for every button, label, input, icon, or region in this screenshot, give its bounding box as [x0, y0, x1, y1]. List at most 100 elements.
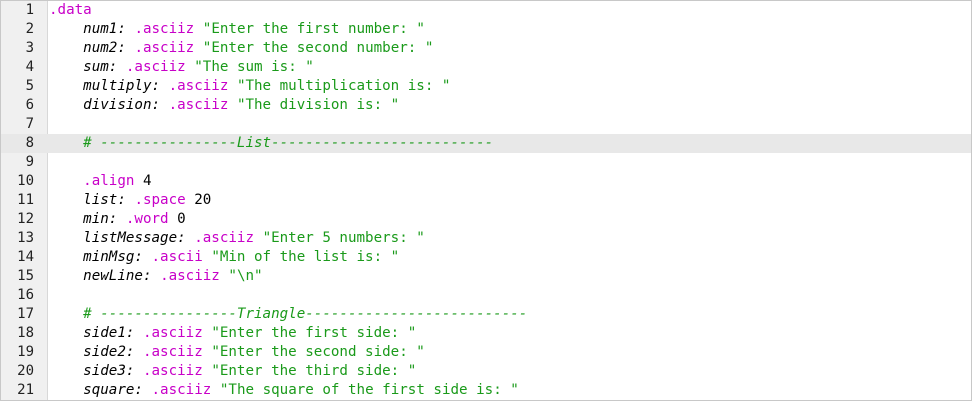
line-number: 12 — [17, 211, 34, 227]
string-token: "The square of the first side is: " — [219, 382, 519, 398]
code-line[interactable]: 1 .data — [1, 1, 971, 20]
line-number: 21 — [17, 382, 34, 398]
line-number: 6 — [25, 97, 34, 113]
code-line[interactable]: 6 division: .asciiz "The division is: " — [1, 96, 971, 115]
directive-token: .asciiz — [134, 40, 195, 56]
code-text[interactable]: side3: .asciiz "Enter the third side: " — [49, 362, 416, 381]
code-line[interactable]: 10 .align 4 — [1, 172, 971, 191]
comment-token: # ----------------Triangle--------------… — [83, 306, 528, 322]
code-line[interactable]: 13 listMessage: .asciiz "Enter 5 numbers… — [1, 229, 971, 248]
label-token: square: — [83, 382, 143, 398]
code-text[interactable]: side1: .asciiz "Enter the first side: " — [49, 324, 416, 343]
code-line[interactable]: 12 min: .word 0 — [1, 210, 971, 229]
code-line[interactable]: 2 num1: .asciiz "Enter the first number:… — [1, 20, 971, 39]
code-text[interactable]: .data — [49, 1, 92, 20]
string-token: "Enter the first side: " — [211, 325, 417, 341]
string-token: "The division is: " — [236, 97, 400, 113]
line-number: 19 — [17, 344, 34, 360]
code-text[interactable]: # ----------------List------------------… — [49, 134, 493, 153]
code-text[interactable]: multiply: .asciiz "The multiplication is… — [49, 77, 450, 96]
line-number: 20 — [17, 363, 34, 379]
code-text[interactable]: min: .word 0 — [49, 210, 186, 229]
label-token: num1: — [83, 21, 126, 37]
code-text[interactable]: sum: .asciiz "The sum is: " — [49, 58, 314, 77]
code-text[interactable]: .align 4 — [49, 172, 151, 191]
code-text[interactable]: division: .asciiz "The division is: " — [49, 96, 399, 115]
label-token: side3: — [83, 363, 135, 379]
code-line[interactable]: 8 # ----------------List----------------… — [1, 134, 971, 153]
line-number: 2 — [25, 21, 34, 37]
code-text[interactable]: newLine: .asciiz "\n" — [49, 267, 263, 286]
line-number: 11 — [17, 192, 34, 208]
directive-token: .align — [83, 173, 135, 189]
code-line[interactable]: 7 — [1, 115, 971, 134]
label-token: listMessage: — [83, 230, 186, 246]
code-text[interactable]: minMsg: .ascii "Min of the list is: " — [49, 248, 399, 267]
string-token: "Enter 5 numbers: " — [262, 230, 425, 246]
code-text[interactable]: num2: .asciiz "Enter the second number: … — [49, 39, 433, 58]
code-line[interactable]: 5 multiply: .asciiz "The multiplication … — [1, 77, 971, 96]
code-line[interactable]: 11 list: .space 20 — [1, 191, 971, 210]
code-text[interactable]: num1: .asciiz "Enter the first number: " — [49, 20, 425, 39]
code-line[interactable]: 16 — [1, 286, 971, 305]
code-line[interactable]: 4 sum: .asciiz "The sum is: " — [1, 58, 971, 77]
line-number: 9 — [25, 154, 34, 170]
code-editor[interactable]: 1 .data 2 num1: .asciiz "Enter the first n… — [0, 0, 972, 401]
code-text[interactable]: side2: .asciiz "Enter the second side: " — [49, 343, 425, 362]
directive-token: .asciiz — [125, 59, 186, 75]
code-line[interactable]: 18 side1: .asciiz "Enter the first side:… — [1, 324, 971, 343]
line-number: 7 — [25, 116, 34, 132]
code-text[interactable]: square: .asciiz "The square of the first… — [49, 381, 519, 400]
code-line[interactable]: 17 # ----------------Triangle-----------… — [1, 305, 971, 324]
string-token: "Min of the list is: " — [211, 249, 400, 265]
label-token: min: — [83, 211, 118, 227]
string-token: "The multiplication is: " — [236, 78, 451, 94]
code-line[interactable]: 21 square: .asciiz "The square of the fi… — [1, 381, 971, 400]
label-token: division: — [83, 97, 161, 113]
number-token: 20 — [194, 192, 212, 208]
code-line[interactable]: 15 newLine: .asciiz "\n" — [1, 267, 971, 286]
line-number: 17 — [17, 306, 34, 322]
code-line[interactable]: 20 side3: .asciiz "Enter the third side:… — [1, 362, 971, 381]
number-token: 0 — [177, 211, 186, 227]
code-line[interactable]: 19 side2: .asciiz "Enter the second side… — [1, 343, 971, 362]
line-number: 13 — [17, 230, 34, 246]
code-text[interactable]: # ----------------Triangle--------------… — [49, 305, 527, 324]
line-number: 3 — [25, 40, 34, 56]
line-number: 8 — [25, 135, 34, 151]
directive-token: .ascii — [151, 249, 203, 265]
code-line[interactable]: 9 — [1, 153, 971, 172]
line-number: 14 — [17, 249, 34, 265]
string-token: "The sum is: " — [194, 59, 314, 75]
code-text[interactable]: list: .space 20 — [49, 191, 211, 210]
code-lines[interactable]: 1 .data 2 num1: .asciiz "Enter the first n… — [1, 1, 971, 400]
line-number: 15 — [17, 268, 34, 284]
code-line[interactable]: 14 minMsg: .ascii "Min of the list is: " — [1, 248, 971, 267]
string-token: "\n" — [228, 268, 263, 284]
label-token: side1: — [83, 325, 135, 341]
directive-token: .asciiz — [134, 21, 195, 37]
code-text[interactable]: listMessage: .asciiz "Enter 5 numbers: " — [49, 229, 425, 248]
code-line[interactable]: 3 num2: .asciiz "Enter the second number… — [1, 39, 971, 58]
